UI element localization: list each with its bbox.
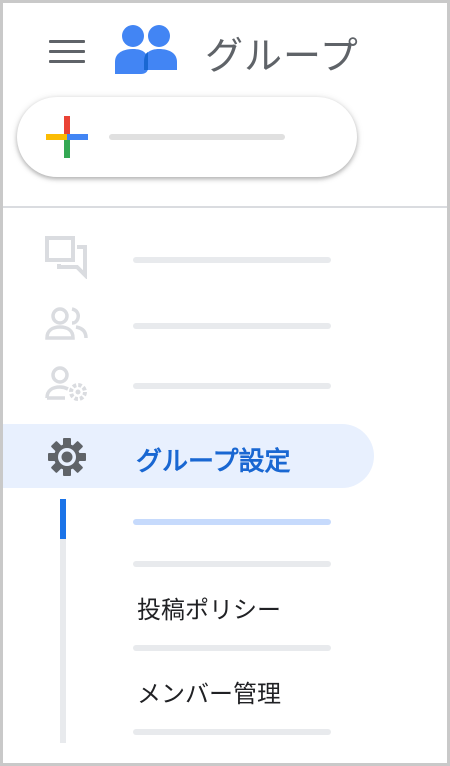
people-icon[interactable] bbox=[45, 303, 89, 347]
nav-item-conversations-placeholder[interactable] bbox=[133, 257, 331, 263]
subnav-divider-placeholder bbox=[133, 561, 331, 567]
nav-item-group-settings-label: グループ設定 bbox=[136, 447, 291, 477]
google-groups-logo-icon bbox=[115, 25, 177, 74]
create-button-label-placeholder bbox=[109, 134, 285, 140]
subnav-divider-placeholder bbox=[133, 645, 331, 651]
subnav-item-selected-placeholder[interactable] bbox=[133, 519, 331, 525]
conversations-icon[interactable] bbox=[45, 235, 89, 279]
header-divider bbox=[3, 206, 447, 208]
person-settings-icon[interactable] bbox=[45, 363, 89, 407]
hamburger-menu-icon[interactable] bbox=[49, 40, 87, 66]
subnav-active-indicator bbox=[60, 499, 66, 539]
plus-multicolor-icon bbox=[46, 116, 88, 158]
nav-item-permissions-placeholder[interactable] bbox=[133, 383, 331, 389]
subnav-divider-placeholder bbox=[133, 729, 331, 735]
gear-icon bbox=[48, 438, 86, 476]
create-group-button[interactable] bbox=[17, 97, 357, 177]
subnav-item-member-management[interactable]: メンバー管理 bbox=[137, 674, 281, 709]
subnav-item-posting-policy[interactable]: 投稿ポリシー bbox=[137, 590, 281, 625]
groups-sidebar-panel: グループ グループ設定 投稿ポリシー メンバー管理 bbox=[0, 0, 450, 766]
app-title: グループ bbox=[205, 34, 359, 78]
nav-item-members-placeholder[interactable] bbox=[133, 323, 331, 329]
